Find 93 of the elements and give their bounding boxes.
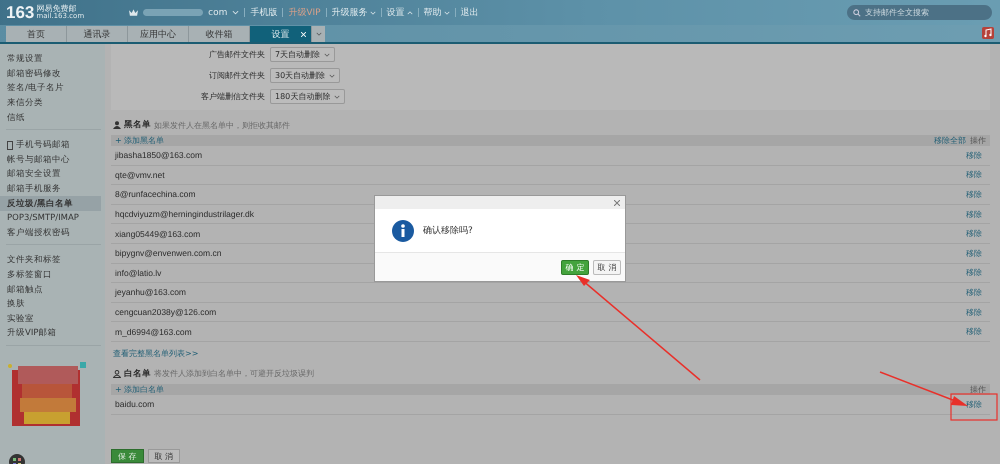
- sidebar-item[interactable]: 帐号与邮箱中心: [0, 152, 101, 168]
- nav-link[interactable]: 手机版: [250, 6, 278, 19]
- setting-label: 广告邮件文件夹: [208, 49, 265, 60]
- logo-title: 网易免费邮: [36, 5, 76, 13]
- email-address: bipygnv@envenwen.com.cn: [115, 248, 222, 258]
- email-address: hqcdviyuzm@herningindustrilager.dk: [115, 209, 254, 220]
- section-title: 白名单: [124, 368, 151, 380]
- nav-link[interactable]: 退出: [460, 6, 479, 19]
- email-address: info@latio.lv: [115, 268, 162, 278]
- tab[interactable]: 首页: [6, 26, 67, 42]
- email-address: jibasha1850@163.com: [115, 150, 202, 160]
- email-address: qte@vmv.net: [115, 170, 165, 180]
- tab[interactable]: 收件箱: [189, 26, 250, 42]
- add-link[interactable]: + 添加白名单: [115, 384, 164, 395]
- nav-menu[interactable]: 设置: [386, 6, 413, 19]
- tab[interactable]: 设置: [250, 26, 312, 42]
- sidebar-item[interactable]: POP3/SMTP/IMAP: [0, 210, 101, 226]
- sidebar-item[interactable]: 客户端授权密码: [0, 226, 101, 240]
- account-name[interactable]: com: [208, 8, 228, 18]
- phone-icon: [7, 140, 13, 150]
- email-address: m_d6994@163.com: [115, 326, 192, 337]
- remove-link[interactable]: 移除: [966, 248, 982, 259]
- caret-icon: [324, 52, 330, 56]
- sidebar-item[interactable]: 实验室: [0, 312, 101, 326]
- caret-icon: [406, 10, 413, 14]
- column-header: 操作: [970, 135, 986, 146]
- sidebar-item[interactable]: 反垃圾/黑白名单: [0, 196, 101, 211]
- view-full-list-link[interactable]: 查看完整黑名单列表>>: [113, 348, 198, 359]
- email-address: 8@runfacechina.com: [115, 189, 196, 200]
- remove-link[interactable]: 移除: [966, 286, 982, 298]
- email-address: cengcuan2038y@126.com: [115, 307, 216, 318]
- nav-menu[interactable]: 升级服务: [332, 6, 376, 19]
- caret-icon: [329, 74, 336, 78]
- section-title: 黑名单: [124, 119, 151, 131]
- setting-label: 订阅邮件文件夹: [208, 70, 265, 81]
- close-icon[interactable]: [614, 200, 620, 206]
- sidebar-item[interactable]: 手机号码邮箱: [0, 138, 101, 153]
- remove-link[interactable]: 移除: [966, 208, 982, 220]
- section-hint: 如果发件人在黑名单中，则拒收其邮件: [154, 120, 290, 130]
- remove-link[interactable]: 移除: [966, 306, 982, 318]
- email-address: baidu.com: [115, 399, 154, 410]
- tab[interactable]: 通讯录: [67, 26, 128, 42]
- sidebar-item[interactable]: 邮箱触点: [0, 282, 101, 297]
- crown-icon: [129, 8, 138, 16]
- caret-icon[interactable]: [232, 10, 240, 15]
- dropdown[interactable]: 30天自动删除: [270, 68, 340, 83]
- dropdown[interactable]: 7天自动删除: [270, 47, 336, 62]
- dropdown[interactable]: 180天自动删除: [270, 89, 346, 104]
- cancel-button[interactable]: 取 消: [593, 260, 621, 274]
- remove-all-link[interactable]: 移除全部: [934, 135, 966, 146]
- user-icon: [113, 121, 121, 129]
- info-icon: [392, 220, 414, 242]
- search-field[interactable]: 支持邮件全文搜索: [847, 5, 992, 20]
- sidebar-item[interactable]: 常规设置: [0, 52, 101, 67]
- remove-link[interactable]: 移除: [966, 326, 982, 338]
- remove-link[interactable]: 移除: [966, 228, 982, 240]
- column-header: 操作: [970, 384, 986, 395]
- caret-icon: [370, 10, 376, 14]
- sidebar-item[interactable]: 邮箱手机服务: [0, 182, 101, 196]
- caret-icon: [316, 32, 322, 36]
- sidebar-item[interactable]: 换肤: [0, 296, 101, 312]
- remove-link[interactable]: 移除: [966, 398, 982, 410]
- save-button[interactable]: 保 存: [111, 449, 144, 463]
- sidebar-item[interactable]: 签名/电子名片: [0, 81, 101, 96]
- remove-link[interactable]: 移除: [966, 150, 982, 161]
- sidebar-item[interactable]: 信纸: [0, 110, 101, 125]
- confirm-button[interactable]: 确 定: [561, 260, 589, 274]
- caret-icon: [444, 10, 450, 14]
- setting-label: 客户端删信文件夹: [201, 91, 265, 102]
- remove-link[interactable]: 移除: [966, 267, 982, 278]
- dialog-message: 确认移除吗?: [423, 224, 473, 237]
- tab[interactable]: 应用中心: [128, 26, 189, 42]
- sidebar-item[interactable]: 邮箱安全设置: [0, 167, 101, 182]
- section-hint: 将发件人添加到白名单中，可避开反垃圾误判: [154, 368, 314, 380]
- remove-link[interactable]: 移除: [966, 169, 982, 180]
- caret-icon: [334, 94, 340, 98]
- email-address: jeyanhu@163.com: [115, 287, 186, 298]
- music-icon[interactable]: [982, 27, 994, 39]
- logo[interactable]: 163: [6, 2, 34, 22]
- search-icon: [853, 9, 861, 17]
- blurred-username: [143, 9, 204, 16]
- sidebar-item[interactable]: 多标签窗口: [0, 268, 101, 282]
- nav-menu[interactable]: 帮助: [424, 6, 450, 19]
- cancel-button[interactable]: 取 消: [148, 449, 180, 463]
- sidebar-item[interactable]: 来信分类: [0, 96, 101, 110]
- user-icon: [113, 370, 121, 378]
- sidebar-item[interactable]: 邮箱密码修改: [0, 66, 101, 82]
- sidebar-item[interactable]: 升级VIP邮箱: [0, 326, 101, 341]
- highlight-box: [950, 393, 998, 421]
- sidebar-item[interactable]: 文件夹和标签: [0, 253, 101, 268]
- add-link[interactable]: + 添加黑名单: [115, 135, 164, 146]
- email-address: xiang05449@163.com: [115, 228, 200, 239]
- remove-link[interactable]: 移除: [966, 188, 982, 200]
